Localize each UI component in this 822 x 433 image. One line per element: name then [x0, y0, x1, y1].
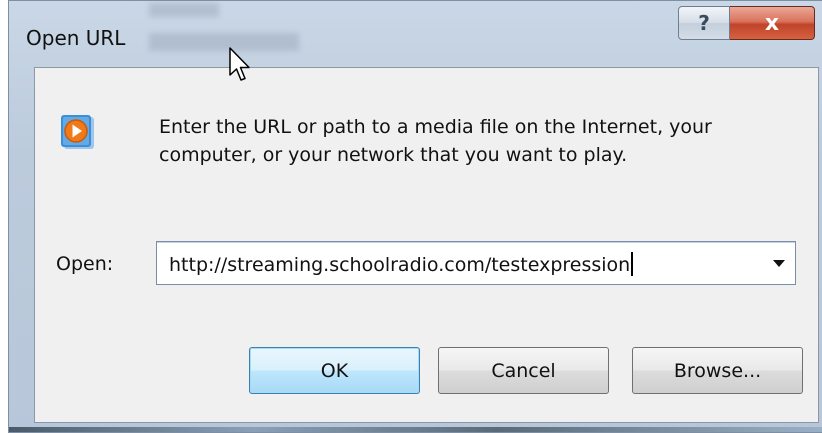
instruction-text: Enter the URL or path to a media file on… — [159, 116, 712, 166]
mouse-pointer-icon — [229, 47, 250, 81]
window-bottom-edge — [9, 427, 822, 432]
url-value: http://streaming.schoolradio.com/testexp… — [169, 254, 631, 276]
dialog-body: Enter the URL or path to a media file on… — [34, 67, 819, 423]
windows-media-player-icon — [61, 115, 94, 149]
dialog-window: Open URL ? x Enter the URL or path to a … — [8, 0, 822, 433]
window-title: Open URL — [26, 26, 126, 50]
browse-button[interactable]: Browse... — [632, 347, 803, 394]
ok-button[interactable]: OK — [249, 347, 420, 394]
open-label: Open: — [56, 253, 114, 275]
url-combobox[interactable]: http://streaming.schoolradio.com/testexp… — [156, 241, 796, 285]
url-input[interactable]: http://streaming.schoolradio.com/testexp… — [169, 252, 634, 276]
cancel-button[interactable]: Cancel — [438, 347, 609, 394]
screen: Open URL ? x Enter the URL or path to a … — [0, 0, 822, 433]
close-button[interactable]: x — [730, 6, 815, 40]
background-blur — [149, 3, 219, 17]
text-caret — [631, 252, 634, 276]
dropdown-arrow-icon[interactable] — [773, 260, 785, 267]
question-mark-icon: ? — [698, 11, 710, 35]
close-icon: x — [764, 10, 780, 36]
background-blur — [149, 33, 299, 51]
help-button[interactable]: ? — [678, 6, 730, 40]
